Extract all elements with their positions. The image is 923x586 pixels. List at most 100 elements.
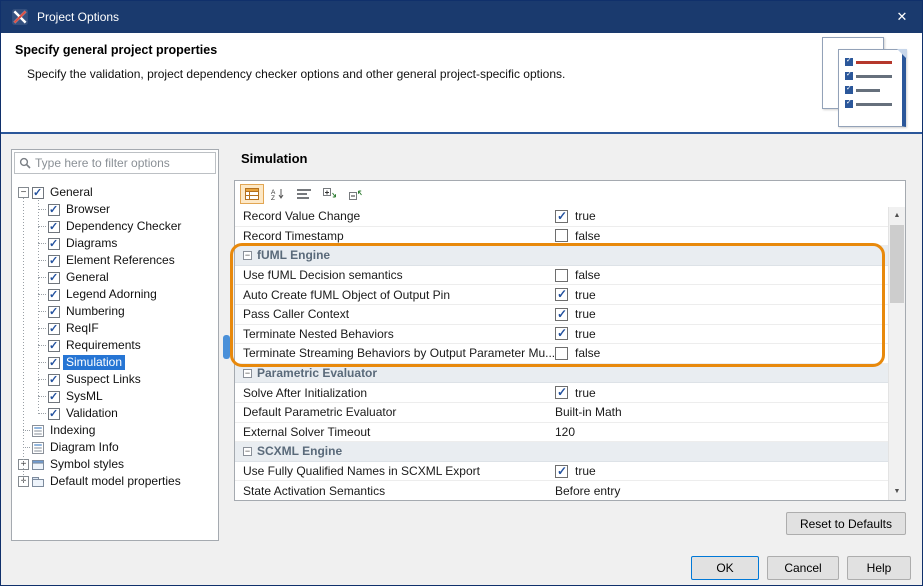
- illustration-row: [845, 72, 898, 80]
- property-value: false: [555, 229, 600, 243]
- tree-item-sysml[interactable]: SysML: [12, 388, 218, 405]
- tree-item-checkbox[interactable]: [32, 187, 44, 199]
- tree-item-general[interactable]: −General: [12, 184, 218, 201]
- tree-item-checkbox[interactable]: [48, 391, 60, 403]
- value-checkbox[interactable]: [555, 288, 568, 301]
- property-row-pass-caller-context[interactable]: Pass Caller Contexttrue: [235, 305, 888, 325]
- filter-input[interactable]: [35, 156, 211, 170]
- cancel-button[interactable]: Cancel: [767, 556, 839, 580]
- collapse-all-button[interactable]: [344, 184, 368, 204]
- show-description-button[interactable]: [292, 184, 316, 204]
- property-value: true: [555, 209, 596, 223]
- property-row-record-timestamp[interactable]: Record Timestampfalse: [235, 227, 888, 247]
- tree-item-browser[interactable]: Browser: [12, 201, 218, 218]
- filter-box[interactable]: [14, 152, 216, 174]
- illustration-row: [845, 86, 898, 94]
- tree-item-checkbox[interactable]: [48, 204, 60, 216]
- model-icon: [32, 476, 44, 488]
- tree-item-checkbox[interactable]: [48, 255, 60, 267]
- help-button[interactable]: Help: [847, 556, 911, 580]
- tree-item-checkbox[interactable]: [48, 306, 60, 318]
- group-row-fuml-engine[interactable]: −fUML Engine: [235, 246, 888, 266]
- value-text: false: [575, 346, 600, 360]
- scroll-up-button[interactable]: [889, 207, 905, 224]
- tree-item-diagram-info[interactable]: Diagram Info: [12, 439, 218, 456]
- text-line: [856, 61, 892, 64]
- property-row-solve-after-initialization[interactable]: Solve After Initializationtrue: [235, 383, 888, 403]
- value-text: true: [575, 307, 596, 321]
- value-checkbox[interactable]: [555, 308, 568, 321]
- value-checkbox[interactable]: [555, 465, 568, 478]
- tree-item-legend-adorning[interactable]: Legend Adorning: [12, 286, 218, 303]
- tree-item-suspect-links[interactable]: Suspect Links: [12, 371, 218, 388]
- value-checkbox[interactable]: [555, 269, 568, 282]
- value-text: Before entry: [555, 484, 620, 498]
- property-row-external-solver-timeout[interactable]: External Solver Timeout120: [235, 423, 888, 443]
- header-subtitle: Specify the validation, project dependen…: [27, 67, 565, 81]
- tree-item-checkbox[interactable]: [48, 272, 60, 284]
- tree-item-checkbox[interactable]: [48, 238, 60, 250]
- property-row-terminate-nested-behaviors[interactable]: Terminate Nested Behaviorstrue: [235, 325, 888, 345]
- group-row-scxml-engine[interactable]: −SCXML Engine: [235, 442, 888, 462]
- scrollbar-thumb[interactable]: [890, 225, 904, 303]
- tree-item-label: Indexing: [47, 423, 98, 438]
- tree-item-checkbox[interactable]: [48, 357, 60, 369]
- collapse-icon[interactable]: −: [18, 187, 29, 198]
- collapse-group-icon[interactable]: −: [243, 369, 252, 378]
- tree-item-numbering[interactable]: Numbering: [12, 303, 218, 320]
- tree-item-label: Simulation: [63, 355, 125, 370]
- categorize-by-group-button[interactable]: [240, 184, 264, 204]
- sort-alphabetically-button[interactable]: A Z: [266, 184, 290, 204]
- value-text: Built-in Math: [555, 405, 622, 419]
- tree-item-reqif[interactable]: ReqIF: [12, 320, 218, 337]
- collapse-group-icon[interactable]: −: [243, 447, 252, 456]
- property-row-terminate-streaming-behaviors-by-output-parameter-mu[interactable]: Terminate Streaming Behaviors by Output …: [235, 344, 888, 364]
- tree-item-label: Suspect Links: [63, 372, 144, 387]
- value-checkbox[interactable]: [555, 229, 568, 242]
- titlebar[interactable]: Project Options ✕: [1, 1, 922, 33]
- property-row-use-fully-qualified-names-in-scxml-export[interactable]: Use Fully Qualified Names in SCXML Expor…: [235, 462, 888, 482]
- scroll-down-button[interactable]: [889, 483, 905, 500]
- property-value: true: [555, 327, 596, 341]
- splitter-handle[interactable]: [223, 335, 230, 359]
- expand-all-button[interactable]: [318, 184, 342, 204]
- tree-item-checkbox[interactable]: [48, 408, 60, 420]
- reset-to-defaults-button[interactable]: Reset to Defaults: [786, 512, 906, 535]
- ok-button[interactable]: OK: [691, 556, 759, 580]
- tree-item-general[interactable]: General: [12, 269, 218, 286]
- list-icon: [32, 442, 44, 454]
- tree-item-checkbox[interactable]: [48, 221, 60, 233]
- value-checkbox[interactable]: [555, 327, 568, 340]
- tree-item-validation[interactable]: Validation: [12, 405, 218, 422]
- property-row-record-value-change[interactable]: Record Value Changetrue: [235, 207, 888, 227]
- tree-item-requirements[interactable]: Requirements: [12, 337, 218, 354]
- tree-item-simulation[interactable]: Simulation: [12, 354, 218, 371]
- svg-text:Z: Z: [271, 195, 275, 200]
- tree-item-checkbox[interactable]: [48, 289, 60, 301]
- property-row-auto-create-fuml-object-of-output-pin[interactable]: Auto Create fUML Object of Output Pintru…: [235, 285, 888, 305]
- value-checkbox[interactable]: [555, 386, 568, 399]
- tree-item-element-references[interactable]: Element References: [12, 252, 218, 269]
- property-value: 120: [555, 425, 575, 439]
- tree-item-label: Diagram Info: [47, 440, 122, 455]
- tree-item-symbol-styles[interactable]: +Symbol styles: [12, 456, 218, 473]
- property-row-default-parametric-evaluator[interactable]: Default Parametric EvaluatorBuilt-in Mat…: [235, 403, 888, 423]
- properties-toolbar: A Z: [235, 181, 905, 207]
- property-row-use-fuml-decision-semantics[interactable]: Use fUML Decision semanticsfalse: [235, 266, 888, 286]
- value-checkbox[interactable]: [555, 347, 568, 360]
- tree-item-indexing[interactable]: Indexing: [12, 422, 218, 439]
- collapse-group-icon[interactable]: −: [243, 251, 252, 260]
- tree-item-default-model-properties[interactable]: +Default model properties: [12, 473, 218, 490]
- property-label: Default Parametric Evaluator: [235, 405, 555, 419]
- tree-item-checkbox[interactable]: [48, 323, 60, 335]
- property-label: Record Timestamp: [235, 229, 555, 243]
- close-button[interactable]: ✕: [882, 1, 922, 33]
- value-checkbox[interactable]: [555, 210, 568, 223]
- tree-item-checkbox[interactable]: [48, 374, 60, 386]
- property-row-state-activation-semantics[interactable]: State Activation SemanticsBefore entry: [235, 481, 888, 500]
- tree-item-dependency-checker[interactable]: Dependency Checker: [12, 218, 218, 235]
- group-row-parametric-evaluator[interactable]: −Parametric Evaluator: [235, 364, 888, 384]
- tree-item-checkbox[interactable]: [48, 340, 60, 352]
- vertical-scrollbar[interactable]: [888, 207, 905, 500]
- tree-item-diagrams[interactable]: Diagrams: [12, 235, 218, 252]
